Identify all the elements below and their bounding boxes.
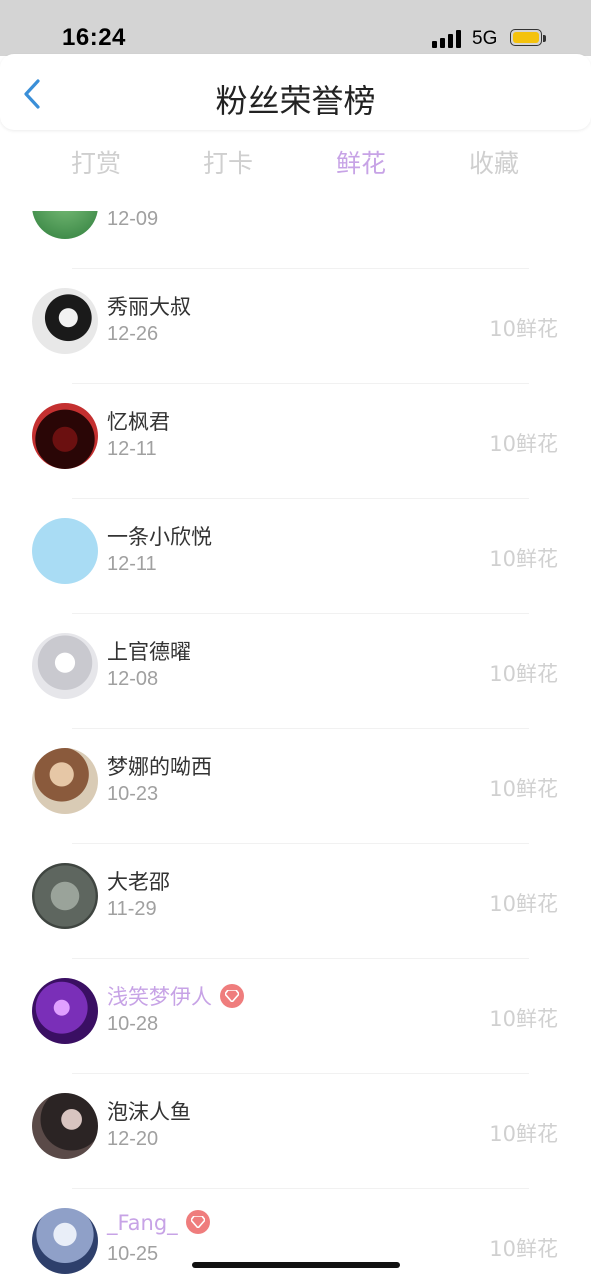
item-amount: 10鲜花 xyxy=(489,1237,558,1261)
item-amount: 10鲜花 xyxy=(489,1007,558,1031)
item-name: 忆枫君 xyxy=(107,410,170,434)
signal-icon xyxy=(432,30,462,48)
item-date: 11-29 xyxy=(107,898,157,920)
avatar xyxy=(32,863,98,929)
list-item[interactable]: 梦娜的呦西 10-23 10鲜花 xyxy=(0,729,591,844)
tab-bar: 打赏 打卡 鲜花 收藏 xyxy=(0,136,591,190)
tab-checkin[interactable]: 打卡 xyxy=(168,144,288,180)
item-name: 秀丽大叔 xyxy=(107,295,191,319)
nav-bar: 粉丝荣誉榜 xyxy=(0,54,591,130)
avatar xyxy=(32,1208,98,1274)
fan-list[interactable]: 12-09 秀丽大叔 12-26 10鲜花 忆枫君 12-11 10鲜花 一条小… xyxy=(0,211,591,1280)
item-date: 12-09 xyxy=(107,211,159,230)
item-amount: 10鲜花 xyxy=(489,1122,558,1146)
item-amount: 10鲜花 xyxy=(489,432,558,456)
avatar xyxy=(32,748,98,814)
item-date: 12-11 xyxy=(107,438,157,460)
avatar xyxy=(32,403,98,469)
item-date: 10-25 xyxy=(107,1243,159,1265)
item-date: 12-08 xyxy=(107,668,159,690)
item-name: 大老邵 xyxy=(107,870,170,894)
status-time: 16:24 xyxy=(62,24,126,51)
network-type: 5G xyxy=(472,28,498,49)
item-date: 12-26 xyxy=(107,323,159,345)
item-amount: 10鲜花 xyxy=(489,317,558,341)
item-date: 12-20 xyxy=(107,1128,159,1150)
diamond-icon xyxy=(220,984,244,1008)
tab-favorites[interactable]: 收藏 xyxy=(434,144,554,180)
list-item[interactable]: 秀丽大叔 12-26 10鲜花 xyxy=(0,269,591,384)
item-name: 一条小欣悦 xyxy=(107,525,212,549)
item-amount: 10鲜花 xyxy=(489,777,558,801)
item-name: 上官德曜 xyxy=(107,640,191,664)
home-indicator[interactable] xyxy=(192,1262,400,1268)
avatar xyxy=(32,518,98,584)
tab-reward[interactable]: 打赏 xyxy=(36,144,156,180)
page-title: 粉丝荣誉榜 xyxy=(215,82,376,120)
list-item[interactable]: 上官德曜 12-08 10鲜花 xyxy=(0,614,591,729)
diamond-icon xyxy=(185,1210,210,1234)
list-item[interactable]: 大老邵 11-29 10鲜花 xyxy=(0,844,591,959)
list-item[interactable]: 泡沫人鱼 12-20 10鲜花 xyxy=(0,1074,591,1189)
avatar xyxy=(32,633,98,699)
list-item-partial[interactable]: 12-09 xyxy=(0,211,591,269)
item-name: 泡沫人鱼 xyxy=(107,1100,191,1124)
avatar xyxy=(32,211,98,239)
item-amount: 10鲜花 xyxy=(489,662,558,686)
battery-icon xyxy=(510,29,546,48)
status-bar: 16:24 5G xyxy=(0,0,591,56)
tab-flowers[interactable]: 鲜花 xyxy=(301,144,421,180)
avatar xyxy=(32,978,98,1044)
avatar xyxy=(32,1093,98,1159)
list-item[interactable]: 浅笑梦伊人 10-28 10鲜花 xyxy=(0,959,591,1074)
avatar xyxy=(32,288,98,354)
item-name: _Fang_ xyxy=(107,1210,210,1236)
item-amount: 10鲜花 xyxy=(489,547,558,571)
item-date: 10-23 xyxy=(107,783,159,805)
list-item[interactable]: 忆枫君 12-11 10鲜花 xyxy=(0,384,591,499)
item-name: 浅笑梦伊人 xyxy=(107,981,244,1011)
item-amount: 10鲜花 xyxy=(489,892,558,916)
item-name: 梦娜的呦西 xyxy=(107,755,212,779)
item-date: 12-11 xyxy=(107,553,157,575)
list-item[interactable]: 一条小欣悦 12-11 10鲜花 xyxy=(0,499,591,614)
item-date: 10-28 xyxy=(107,1013,159,1035)
